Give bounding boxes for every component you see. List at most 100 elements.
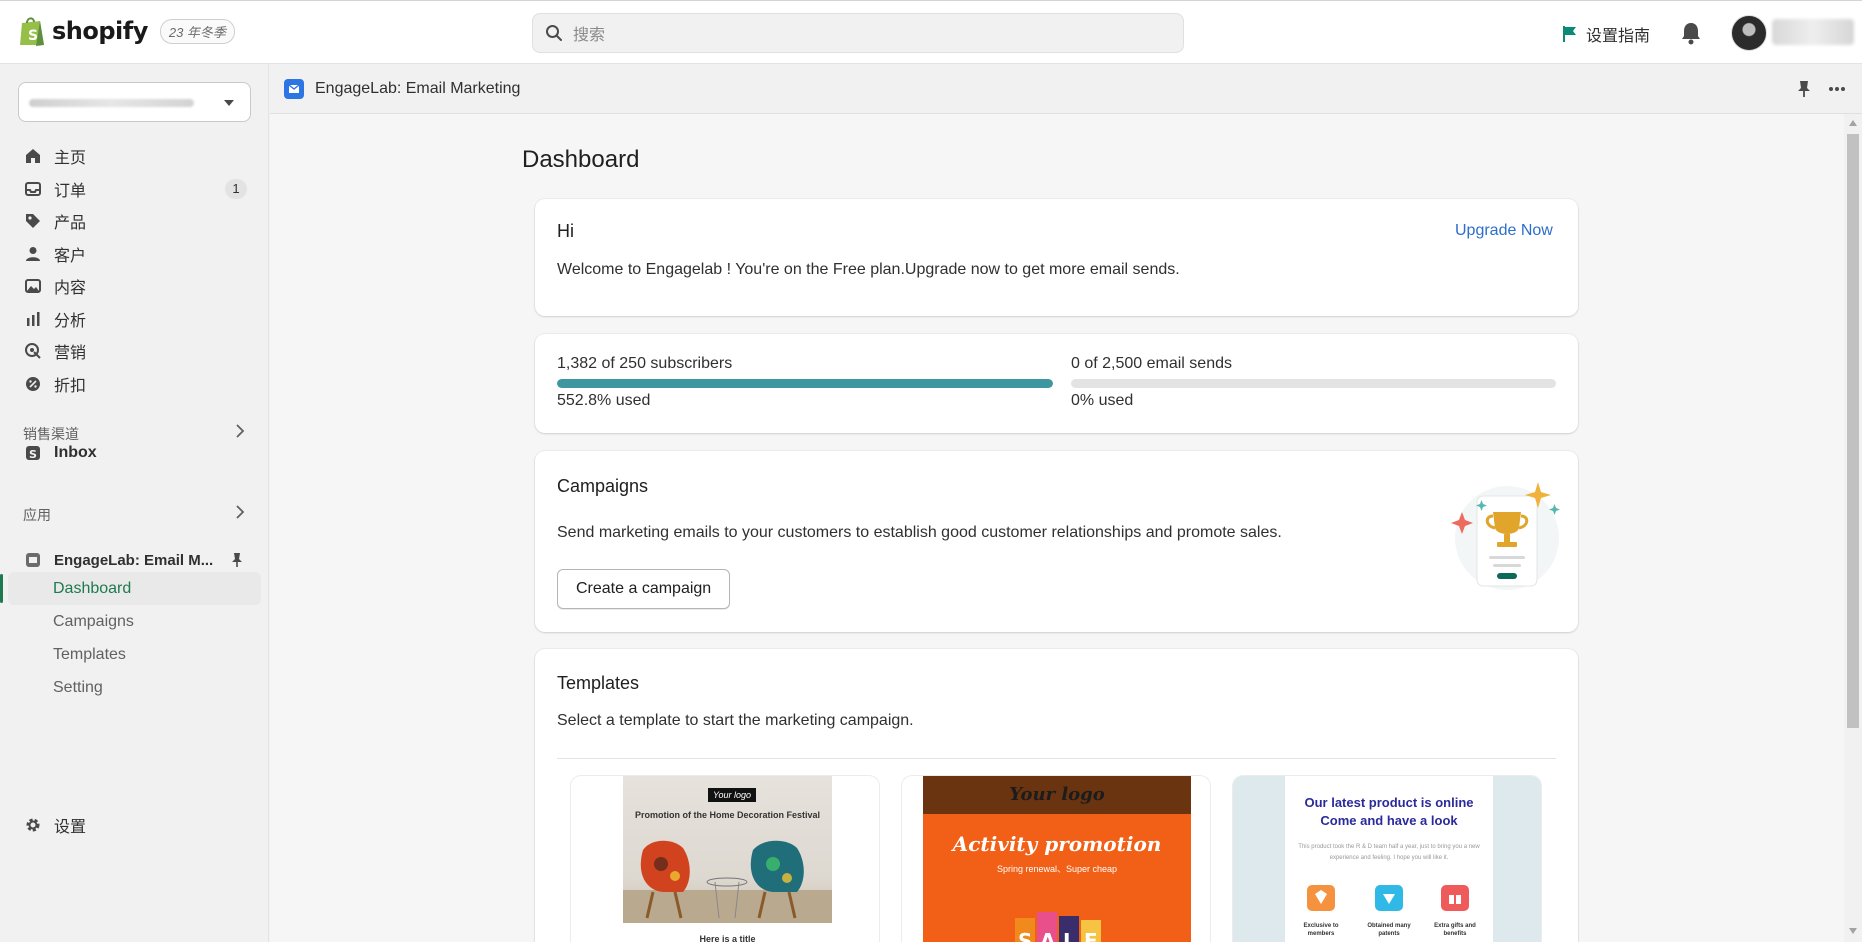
pin-icon[interactable] bbox=[230, 552, 244, 568]
sidebar-item-label: 订单 bbox=[54, 182, 87, 200]
feature-label: Exclusive to members bbox=[1303, 923, 1339, 937]
template-card-home-decoration[interactable]: Your logo Promotion of the Home Decorati… bbox=[571, 776, 879, 942]
top-bar: S shopify 23 年冬季 搜索 设置指南 bbox=[0, 0, 1862, 64]
template-page: Our latest product is online Come and ha… bbox=[1285, 776, 1493, 942]
shopify-logo[interactable]: S shopify 23 年冬季 bbox=[18, 15, 235, 47]
person-icon bbox=[26, 246, 40, 261]
sidebar-item-inbox[interactable]: S Inbox bbox=[0, 437, 269, 470]
main-nav: 主页 订单 1 产品 客户 内容 分析 营销 折扣 bbox=[0, 140, 269, 400]
template-headline-line2: Come and have a look bbox=[1320, 813, 1458, 828]
main-scrollbar[interactable] bbox=[1844, 114, 1862, 942]
gem-icon bbox=[1375, 885, 1403, 911]
sidebar-item-label: 主页 bbox=[54, 150, 87, 168]
sub-item-label: Campaigns bbox=[53, 612, 134, 630]
orders-count-badge: 1 bbox=[225, 178, 247, 199]
templates-card: Templates Select a template to start the… bbox=[535, 649, 1578, 942]
flag-icon bbox=[1563, 26, 1576, 42]
divider bbox=[557, 758, 1556, 759]
sidebar-item-label: Inbox bbox=[54, 444, 97, 462]
sidebar-item-discounts[interactable]: 折扣 bbox=[0, 368, 269, 401]
subscribers-progress-bar bbox=[557, 379, 1053, 388]
sidebar-item-home[interactable]: 主页 bbox=[0, 140, 269, 173]
search-input[interactable]: 搜索 bbox=[532, 13, 1184, 53]
sidebar-item-content[interactable]: 内容 bbox=[0, 270, 269, 303]
campaigns-description: Send marketing emails to your customers … bbox=[557, 524, 1282, 541]
chevron-right-icon[interactable] bbox=[235, 424, 245, 438]
sidebar-item-settings[interactable]: 设置 bbox=[24, 813, 86, 837]
edition-badge: 23 年冬季 bbox=[159, 18, 235, 44]
sidebar-item-customers[interactable]: 客户 bbox=[0, 238, 269, 271]
feature-label: Extra gifts and benefits bbox=[1434, 923, 1476, 937]
bell-icon[interactable] bbox=[1680, 21, 1702, 45]
sidebar-item-label: 产品 bbox=[54, 215, 87, 233]
sub-item-campaigns[interactable]: Campaigns bbox=[0, 605, 269, 638]
main-content: Dashboard Hi Upgrade Now Welcome to Enga… bbox=[270, 114, 1844, 942]
avatar[interactable] bbox=[1731, 15, 1767, 51]
setup-guide-label: 设置指南 bbox=[1586, 28, 1651, 45]
app-icon bbox=[26, 553, 40, 567]
templates-heading: Templates bbox=[557, 673, 640, 693]
sidebar-item-orders[interactable]: 订单 1 bbox=[0, 173, 269, 206]
template-headline: Our latest product is online Come and ha… bbox=[1285, 794, 1493, 830]
engagelab-icon bbox=[284, 79, 304, 99]
app-header: EngageLab: Email Marketing bbox=[270, 64, 1862, 114]
sidebar-item-label: 折扣 bbox=[54, 377, 87, 395]
caret-down-icon bbox=[224, 100, 234, 106]
store-selector[interactable] bbox=[18, 82, 251, 122]
sends-usage-text: 0 of 2,500 email sends bbox=[1071, 355, 1232, 372]
sidebar-item-products[interactable]: 产品 bbox=[0, 205, 269, 238]
sidebar-item-label: 分析 bbox=[54, 312, 87, 330]
feature-label: Obtained many patents bbox=[1367, 923, 1411, 937]
sub-item-label: Setting bbox=[53, 678, 103, 696]
shopify-bag-icon: S bbox=[20, 17, 44, 46]
template-body: Activity promotion Spring renewal、Super … bbox=[923, 814, 1191, 942]
usage-card: 1,382 of 250 subscribers 552.8% used 0 o… bbox=[535, 334, 1578, 433]
pin-icon[interactable] bbox=[1796, 80, 1812, 98]
app-header-title: EngageLab: Email Marketing bbox=[315, 80, 521, 97]
chevron-right-icon[interactable] bbox=[235, 505, 245, 519]
template-headline-line1: Our latest product is online bbox=[1304, 795, 1474, 810]
upgrade-now-link[interactable]: Upgrade Now bbox=[1455, 222, 1553, 240]
gift-icon bbox=[1441, 885, 1469, 911]
store-selector-redacted bbox=[29, 99, 194, 107]
store-name-redacted[interactable] bbox=[1772, 19, 1854, 45]
sale-letter-e: E bbox=[1084, 929, 1098, 942]
scroll-thumb[interactable] bbox=[1847, 134, 1859, 728]
search-icon bbox=[546, 25, 562, 41]
templates-description: Select a template to start the marketing… bbox=[557, 712, 914, 729]
sub-item-templates[interactable]: Templates bbox=[0, 638, 269, 671]
sub-item-dashboard[interactable]: Dashboard bbox=[0, 572, 261, 605]
target-icon bbox=[25, 343, 41, 359]
create-campaign-button[interactable]: Create a campaign bbox=[557, 569, 731, 609]
template-card-latest-product[interactable]: Our latest product is online Come and ha… bbox=[1233, 776, 1541, 942]
sale-letter-a: A bbox=[1040, 929, 1056, 942]
scroll-down-arrow-icon[interactable] bbox=[1849, 928, 1857, 934]
tag-icon bbox=[26, 214, 40, 229]
bar-chart-icon bbox=[27, 311, 40, 326]
campaigns-heading: Campaigns bbox=[557, 476, 649, 496]
welcome-card: Hi Upgrade Now Welcome to Engagelab ! Yo… bbox=[535, 199, 1578, 316]
template-preview-image: Your logo Promotion of the Home Decorati… bbox=[623, 776, 832, 923]
apps-heading: 应用 bbox=[23, 507, 51, 523]
app-sub-nav: Dashboard Campaigns Templates Setting bbox=[0, 572, 269, 704]
sidebar-item-label: 客户 bbox=[54, 247, 87, 265]
scroll-up-arrow-icon[interactable] bbox=[1849, 120, 1857, 126]
sidebar-item-marketing[interactable]: 营销 bbox=[0, 335, 269, 368]
inbox-icon bbox=[25, 181, 41, 196]
sends-progress-bar bbox=[1071, 379, 1556, 388]
sidebar-item-analytics[interactable]: 分析 bbox=[0, 303, 269, 336]
sale-letter-s: S bbox=[1018, 929, 1032, 942]
active-indicator bbox=[0, 574, 3, 603]
setup-guide-button[interactable]: 设置指南 bbox=[1562, 22, 1650, 46]
template-headline: Activity promotion bbox=[952, 832, 1162, 856]
sale-bags-illustration: S A L E bbox=[1015, 912, 1101, 942]
sidebar-item-engagelab[interactable]: EngageLab: Email M... bbox=[24, 545, 250, 575]
discount-icon bbox=[26, 376, 40, 391]
more-horizontal-icon[interactable] bbox=[1828, 86, 1846, 92]
sub-item-setting[interactable]: Setting bbox=[0, 671, 269, 704]
welcome-message: Welcome to Engagelab ! You're on the Fre… bbox=[557, 261, 1180, 278]
template-card-activity-promotion[interactable]: Your logo Activity promotion Spring rene… bbox=[902, 776, 1210, 942]
template-subline: Spring renewal、Super cheap bbox=[996, 864, 1118, 874]
template-headline: Promotion of the Home Decoration Festiva… bbox=[634, 810, 821, 820]
subscribers-used-text: 552.8% used bbox=[557, 392, 651, 409]
